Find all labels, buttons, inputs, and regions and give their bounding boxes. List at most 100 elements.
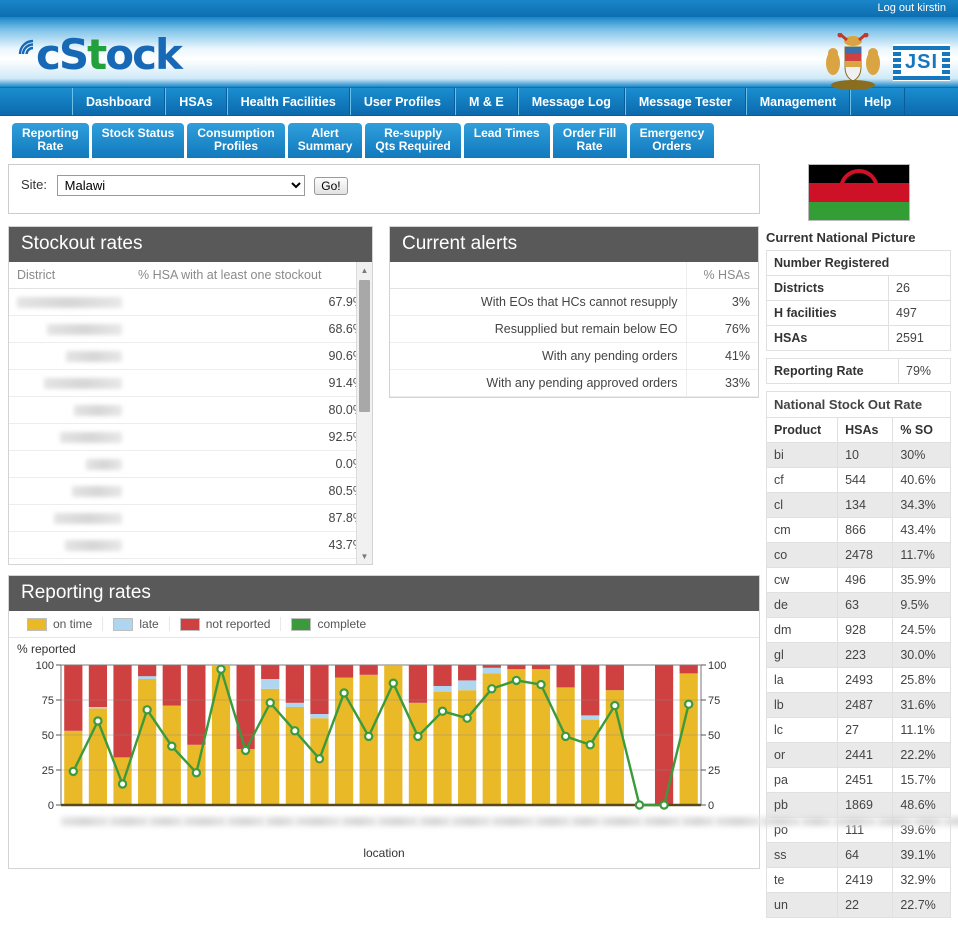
stockout-scrollbar[interactable]: ▲ ▼ [356, 262, 372, 564]
product-code: te [765, 867, 839, 893]
product-hsas: 2487 [837, 692, 894, 718]
stockout-value: 81.1% [130, 558, 372, 564]
district-name [9, 504, 130, 532]
product-code: dm [765, 617, 839, 643]
product-so-pct: 30.0% [892, 642, 951, 668]
stockout-value: 0.0% [130, 450, 372, 478]
x-tick [265, 817, 295, 839]
redacted-location [265, 817, 295, 826]
main-navigation[interactable]: Dashboard HSAs Health Facilities User Profi… [0, 88, 958, 116]
go-button[interactable]: Go! [314, 176, 348, 195]
tab-stock-status[interactable]: Stock Status [91, 123, 185, 158]
current-alerts-title: Current alerts [390, 227, 758, 262]
malawi-flag-icon [807, 164, 910, 221]
table-row: de 63 9.5% [765, 592, 951, 618]
site-select[interactable]: Malawi [56, 175, 305, 196]
nav-item-message-tester[interactable]: Message Tester [624, 88, 746, 115]
svg-text:100: 100 [708, 660, 726, 672]
table-row: gl 223 30.0% [765, 642, 951, 668]
table-row: 0.0% [9, 450, 372, 478]
scrollbar-thumb[interactable] [359, 280, 370, 412]
redacted-location [715, 817, 761, 826]
tab-re-supply-qts-required[interactable]: Re-supply Qts Required [365, 123, 461, 158]
legend-item-on-time: on time [17, 617, 104, 631]
table-row: la 2493 25.8% [765, 667, 951, 693]
reporting-rates-chart[interactable]: 0 0 25 25 50 50 75 75 100 100 [9, 657, 958, 842]
table-row: 67.9% [9, 288, 372, 316]
redacted-location [681, 817, 715, 826]
table-row: or 2441 22.2% [765, 742, 951, 768]
alert-value: 3% [686, 288, 758, 316]
chart-legend: on time late not reported complete [9, 611, 759, 638]
logout-link[interactable]: Log out kirstin [878, 2, 946, 14]
alert-label: With any pending orders [390, 342, 687, 370]
table-row: 81.1% [9, 558, 372, 564]
x-tick [643, 817, 681, 839]
product-so-pct: 11.7% [892, 542, 951, 568]
tab-line2: Rate [576, 139, 603, 153]
product-hsas: 2419 [837, 867, 894, 893]
scroll-down-icon[interactable]: ▼ [357, 548, 372, 564]
product-code: un [765, 892, 839, 918]
table-row: HSAs 2591 [766, 325, 951, 351]
registered-label: HSAs [766, 325, 889, 351]
x-tick [761, 817, 801, 839]
col-alert-name [390, 262, 687, 289]
table-row: National Stock Out Rate [766, 391, 951, 418]
nav-item-health-facilities[interactable]: Health Facilities [226, 88, 350, 115]
nav-item-m-e[interactable]: M & E [454, 88, 518, 115]
scroll-up-icon[interactable]: ▲ [357, 262, 372, 278]
stockout-rates-scroll-region[interactable]: District % HSA with at least one stockou… [9, 262, 372, 564]
x-tick [419, 817, 451, 839]
nav-item-hsas[interactable]: HSAs [165, 88, 227, 115]
cstock-logo[interactable]: cStock [10, 31, 183, 79]
current-alerts-table: % HSAs With EOs that HCs cannot resupply… [390, 262, 758, 397]
redacted-location [109, 817, 149, 826]
reporting-rate-value: 79% [898, 358, 951, 384]
tab-line1: Consumption [197, 126, 275, 140]
product-code: co [765, 542, 839, 568]
product-so-pct: 34.3% [892, 492, 951, 518]
product-hsas: 2478 [837, 542, 894, 568]
nav-item-help[interactable]: Help [850, 88, 906, 115]
nav-item-user-profiles[interactable]: User Profiles [349, 88, 455, 115]
table-row: cw 496 35.9% [765, 567, 951, 593]
alert-label: Resupplied but remain below EO [390, 315, 687, 343]
product-code: cl [765, 492, 839, 518]
x-tick [341, 817, 377, 839]
alert-value: 33% [686, 369, 758, 397]
tab-lead-times[interactable]: Lead Times [463, 123, 550, 158]
product-so-pct: 25.8% [892, 667, 951, 693]
stockout-value: 90.6% [130, 342, 372, 370]
district-name [9, 423, 130, 451]
x-tick [61, 817, 109, 839]
nav-item-management[interactable]: Management [745, 88, 851, 115]
redacted-location [227, 817, 265, 826]
product-code: la [765, 667, 839, 693]
tab-emergency-orders[interactable]: Emergency Orders [629, 123, 715, 158]
tab-reporting-rate[interactable]: Reporting Rate [12, 123, 89, 158]
redacted-location [943, 817, 958, 826]
tab-consumption-profiles[interactable]: Consumption Profiles [187, 123, 285, 158]
product-code: cf [765, 467, 839, 493]
stockout-value: 87.8% [130, 504, 372, 532]
legend-swatch [179, 617, 200, 631]
tab-order-fill-rate[interactable]: Order Fill Rate [552, 123, 627, 158]
product-so-pct: 24.5% [892, 617, 951, 643]
redacted-district [44, 378, 122, 390]
table-row: 90.6% [9, 342, 372, 370]
redacted-location [761, 817, 801, 826]
redacted-district [60, 432, 122, 444]
redacted-district [86, 459, 122, 471]
table-row: cm 866 43.4% [765, 517, 951, 543]
nav-item-dashboard[interactable]: Dashboard [72, 88, 166, 115]
number-registered-header: Number Registered [766, 250, 951, 276]
tab-line2: Orders [652, 139, 692, 153]
sub-navigation-tabs[interactable]: Reporting Rate Stock Status Consumption Pro… [0, 116, 958, 158]
nav-item-message-log[interactable]: Message Log [517, 88, 625, 115]
redacted-location [341, 817, 377, 826]
tab-alert-summary[interactable]: Alert Summary [287, 123, 363, 158]
x-tick [801, 817, 833, 839]
svg-text:75: 75 [708, 695, 720, 707]
product-so-pct: 48.6% [892, 792, 951, 818]
